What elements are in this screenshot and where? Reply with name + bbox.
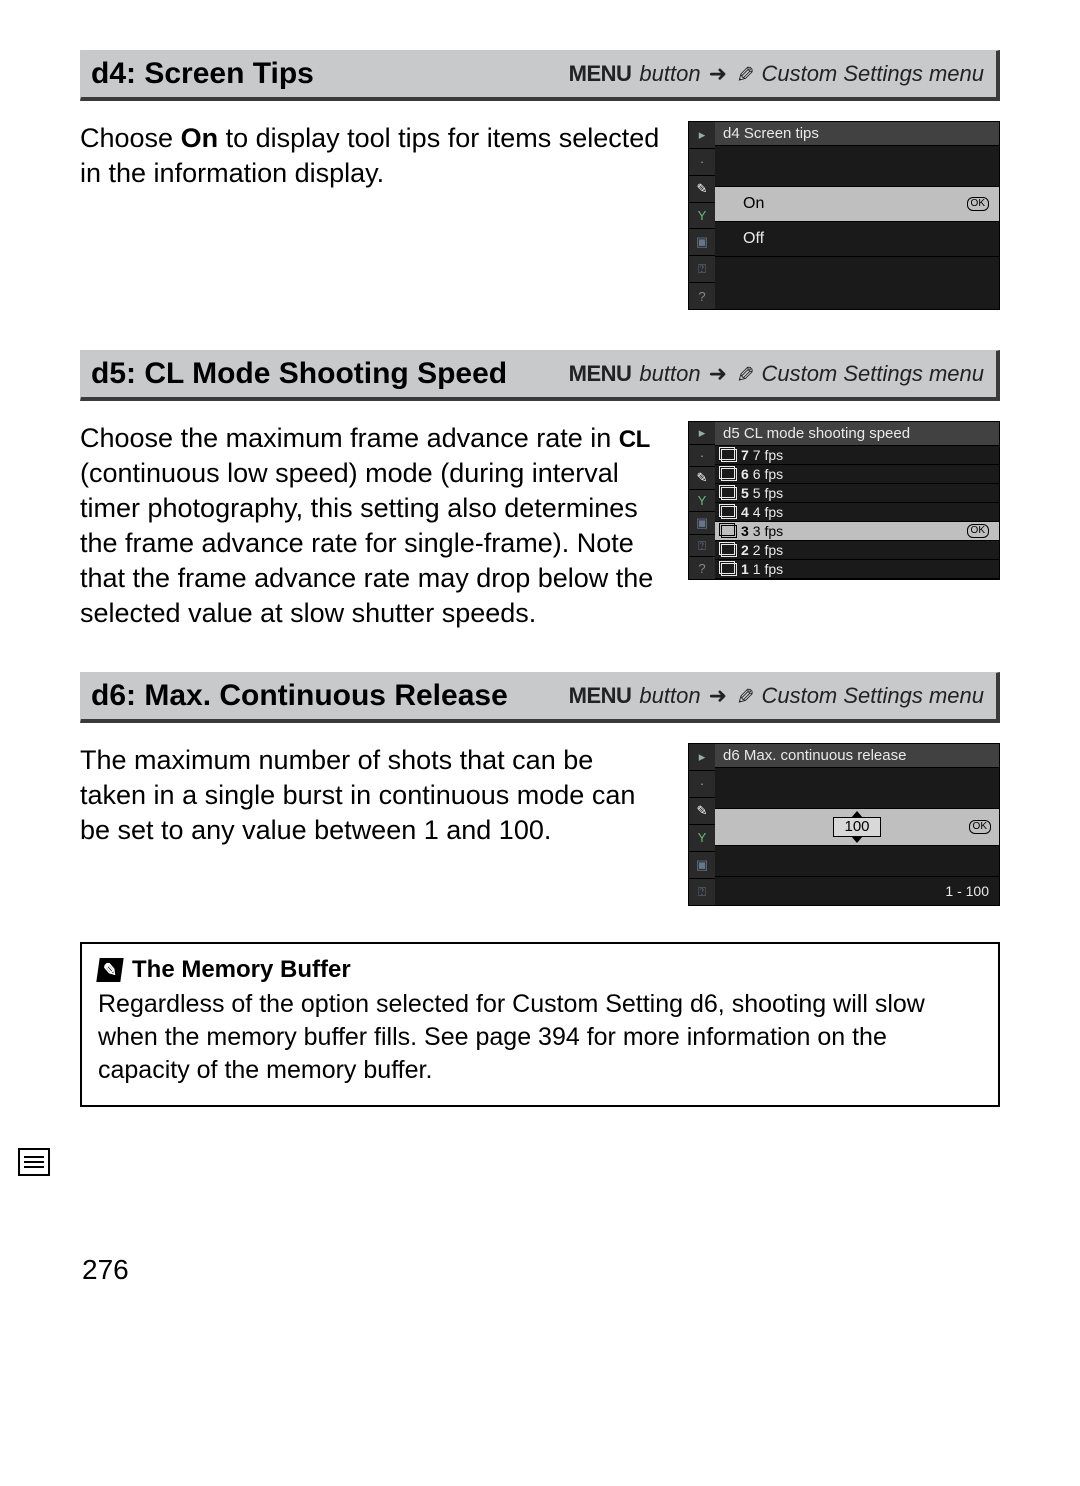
ok-icon: OK xyxy=(967,197,989,211)
frame-icon xyxy=(721,563,737,576)
pencil-icon: ✎ xyxy=(731,686,757,704)
lcd-option: 22 fps xyxy=(715,541,999,560)
frame-icon xyxy=(721,487,737,500)
section-header-d4: d4: Screen Tips MENU button ➜ ✎ Custom S… xyxy=(80,50,1000,101)
section-title: d4: Screen Tips xyxy=(91,57,314,91)
side-icon: ▸ xyxy=(689,122,715,149)
note-box: ✎ The Memory Buffer Regardless of the op… xyxy=(80,942,1000,1107)
pencil-box-icon: ✎ xyxy=(96,958,123,982)
lcd-option-on: On OK xyxy=(715,187,999,222)
arrow-icon: ➜ xyxy=(709,361,727,387)
menu-name: Custom Settings menu xyxy=(761,61,984,87)
side-icon: ? xyxy=(689,557,715,579)
side-icon: ▸ xyxy=(689,422,715,445)
lcd-value: 100 xyxy=(833,817,880,837)
side-icon: Y xyxy=(689,203,715,230)
side-icon: · xyxy=(689,445,715,468)
lcd-title: d5 CL mode shooting speed xyxy=(715,422,999,446)
frame-icon xyxy=(721,525,737,538)
menu-path: MENU button ➜ ✎ Custom Settings menu xyxy=(569,361,984,387)
frame-icon xyxy=(721,449,737,462)
page-number: 276 xyxy=(82,1254,129,1286)
frame-icon xyxy=(721,506,737,519)
arrow-icon: ➜ xyxy=(709,61,727,87)
pencil-icon: ✎ xyxy=(731,365,757,383)
side-icon: ▣ xyxy=(689,229,715,256)
side-icon: ⍰ xyxy=(689,535,715,558)
ok-icon: OK xyxy=(969,820,991,834)
side-icon: ▣ xyxy=(689,512,715,535)
d6-body: The maximum number of shots that can be … xyxy=(80,743,662,848)
d6-lcd-mock: ▸ · ✎ Y ▣ ⍰ d6 Max. continuous release 1… xyxy=(688,743,1000,906)
lcd-value-row: 100 OK xyxy=(715,809,999,846)
lcd-title: d6 Max. continuous release xyxy=(715,744,999,768)
side-icon: · xyxy=(689,149,715,176)
menu-path: MENU button ➜ ✎ Custom Settings menu xyxy=(569,61,984,87)
note-title: The Memory Buffer xyxy=(132,956,351,984)
menu-label: MENU xyxy=(569,61,632,87)
side-icon: ⍰ xyxy=(689,879,715,905)
side-icon: ▣ xyxy=(689,852,715,879)
lcd-title: d4 Screen tips xyxy=(715,122,999,146)
section-title: d6: Max. Continuous Release xyxy=(91,679,508,713)
side-icon: ✎ xyxy=(689,798,715,825)
note-body: Regardless of the option selected for Cu… xyxy=(98,988,982,1087)
section-tab-icon xyxy=(18,1148,50,1176)
d5-lcd-mock: ▸ · ✎ Y ▣ ⍰ ? d5 CL mode shooting speed … xyxy=(688,421,1000,580)
frame-icon xyxy=(721,468,737,481)
lcd-option: 77 fps xyxy=(715,446,999,465)
button-word: button xyxy=(639,61,700,87)
triangle-down-icon xyxy=(851,836,863,843)
d4-lcd-mock: ▸ · ✎ Y ▣ ⍰ ? d4 Screen tips On OK xyxy=(688,121,1000,310)
lcd-option-off: Off xyxy=(715,222,999,257)
side-icon: ⍰ xyxy=(689,256,715,283)
d4-body: Choose On to display tool tips for items… xyxy=(80,121,662,191)
frame-icon xyxy=(721,544,737,557)
arrow-icon: ➜ xyxy=(709,683,727,709)
side-icon: ✎ xyxy=(689,467,715,490)
pencil-icon: ✎ xyxy=(731,65,757,83)
section-title: d5: CL Mode Shooting Speed xyxy=(91,357,507,391)
section-header-d5: d5: CL Mode Shooting Speed MENU button ➜… xyxy=(80,350,1000,401)
side-icon: Y xyxy=(689,490,715,513)
lcd-option: 33 fpsOK xyxy=(715,522,999,541)
side-icon: Y xyxy=(689,825,715,852)
lcd-option: 66 fps xyxy=(715,465,999,484)
lcd-range: 1 - 100 xyxy=(715,877,999,905)
d5-body: Choose the maximum frame advance rate in… xyxy=(80,421,662,632)
menu-path: MENU button ➜ ✎ Custom Settings menu xyxy=(569,683,984,709)
side-icon: · xyxy=(689,771,715,798)
section-header-d6: d6: Max. Continuous Release MENU button … xyxy=(80,672,1000,723)
lcd-option: 11 fps xyxy=(715,560,999,579)
side-icon: ▸ xyxy=(689,744,715,771)
side-icon: ✎ xyxy=(689,176,715,203)
ok-icon: OK xyxy=(967,524,989,538)
side-icon: ? xyxy=(689,283,715,309)
lcd-option: 55 fps xyxy=(715,484,999,503)
lcd-option: 44 fps xyxy=(715,503,999,522)
triangle-up-icon xyxy=(851,811,863,818)
